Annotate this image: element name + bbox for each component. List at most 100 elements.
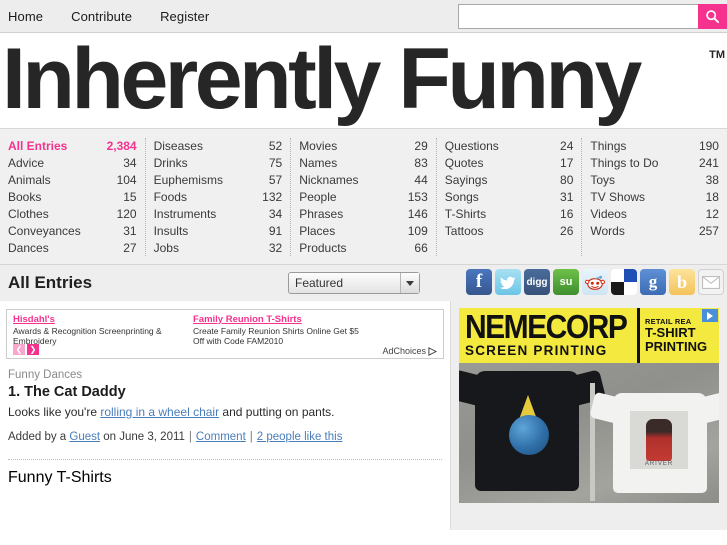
digg-icon[interactable]: digg	[524, 269, 550, 295]
category-link[interactable]: Dances	[8, 240, 49, 257]
category-link[interactable]: Questions	[445, 138, 499, 155]
category-row[interactable]: Names 83	[299, 155, 428, 172]
category-row[interactable]: Tattoos 26	[445, 223, 574, 240]
category-link[interactable]: Animals	[8, 172, 51, 189]
category-link[interactable]: Places	[299, 223, 335, 240]
category-row[interactable]: Dances 27	[8, 240, 137, 257]
reddit-icon[interactable]	[582, 269, 608, 295]
category-link[interactable]: Diseases	[154, 138, 203, 155]
ad-title-link[interactable]: Family Reunion T-Shirts	[193, 314, 367, 325]
category-link[interactable]: Books	[8, 189, 41, 206]
category-row[interactable]: Conveyances 31	[8, 223, 137, 240]
category-link[interactable]: T-Shirts	[445, 206, 486, 223]
category-row[interactable]: Sayings 80	[445, 172, 574, 189]
category-link[interactable]: Euphemisms	[154, 172, 223, 189]
category-link[interactable]: Insults	[154, 223, 189, 240]
category-link[interactable]: Products	[299, 240, 346, 257]
category-row[interactable]: Insults 91	[154, 223, 283, 240]
entry-author-link[interactable]: Guest	[69, 431, 100, 443]
category-link[interactable]: Foods	[154, 189, 187, 206]
category-row[interactable]: T-Shirts 16	[445, 206, 574, 223]
category-row[interactable]: Clothes 120	[8, 206, 137, 223]
category-row[interactable]: Questions 24	[445, 138, 574, 155]
category-row[interactable]: Places 109	[299, 223, 428, 240]
google-icon[interactable]: g	[640, 269, 666, 295]
ad-prev-arrow-icon[interactable]: ❮	[13, 344, 25, 355]
category-link[interactable]: Phrases	[299, 206, 343, 223]
stumbleupon-icon[interactable]: su	[553, 269, 579, 295]
category-link[interactable]: TV Shows	[590, 189, 645, 206]
blogger-icon[interactable]: b	[669, 269, 695, 295]
nav-item-register[interactable]: Register	[160, 9, 209, 24]
category-row[interactable]: Things to Do 241	[590, 155, 719, 172]
category-count: 75	[268, 156, 283, 170]
figure-graphic	[646, 419, 672, 461]
category-link[interactable]: Tattoos	[445, 223, 484, 240]
email-icon[interactable]	[698, 269, 724, 295]
category-row[interactable]: Euphemisms 57	[154, 172, 283, 189]
facebook-icon[interactable]: f	[466, 269, 492, 295]
category-row[interactable]: Jobs 32	[154, 240, 283, 257]
category-row[interactable]: Instruments 34	[154, 206, 283, 223]
category-row[interactable]: Diseases 52	[154, 138, 283, 155]
sort-select[interactable]: Featured	[288, 272, 420, 294]
nav-item-home[interactable]: Home	[8, 9, 43, 24]
entry-category[interactable]: Funny Dances	[8, 369, 442, 381]
category-link[interactable]: Clothes	[8, 206, 49, 223]
category-row[interactable]: Foods 132	[154, 189, 283, 206]
category-row[interactable]: Songs 31	[445, 189, 574, 206]
entry-comment-link[interactable]: Comment	[196, 431, 246, 443]
category-row[interactable]: Products 66	[299, 240, 428, 257]
category-link[interactable]: Sayings	[445, 172, 488, 189]
search-button[interactable]	[698, 4, 727, 29]
category-link[interactable]: Jobs	[154, 240, 179, 257]
adchoices-icon[interactable]	[702, 309, 718, 322]
category-link[interactable]: All Entries	[8, 138, 67, 155]
category-row[interactable]: Drinks 75	[154, 155, 283, 172]
category-row[interactable]: Phrases 146	[299, 206, 428, 223]
category-link[interactable]: Advice	[8, 155, 44, 172]
category-row[interactable]: Videos 12	[590, 206, 719, 223]
category-link[interactable]: Songs	[445, 189, 479, 206]
adchoices-link[interactable]: AdChoices	[382, 346, 437, 356]
category-link[interactable]: Drinks	[154, 155, 188, 172]
category-row[interactable]: Things 190	[590, 138, 719, 155]
category-link[interactable]: Words	[590, 223, 624, 240]
ad-next-arrow-icon[interactable]: ❯	[27, 344, 39, 355]
category-row[interactable]: People 153	[299, 189, 428, 206]
category-link[interactable]: Names	[299, 155, 337, 172]
chevron-down-icon[interactable]	[400, 273, 419, 293]
entry-likes-link[interactable]: 2 people like this	[257, 431, 343, 443]
category-row[interactable]: Nicknames 44	[299, 172, 428, 189]
category-row[interactable]: Movies 29	[299, 138, 428, 155]
category-row[interactable]: Quotes 17	[445, 155, 574, 172]
text-ad-unit[interactable]: Family Reunion T-Shirts Create Family Re…	[193, 314, 373, 346]
category-link[interactable]: Conveyances	[8, 223, 81, 240]
category-link[interactable]: Videos	[590, 206, 626, 223]
delicious-icon[interactable]	[611, 269, 637, 295]
search-input[interactable]	[458, 4, 698, 29]
entry-title[interactable]: 1. The Cat Daddy	[8, 384, 442, 400]
category-row[interactable]: Words 257	[590, 223, 719, 240]
category-link[interactable]: Things	[590, 138, 626, 155]
entry-body-link[interactable]: rolling in a wheel chair	[100, 405, 219, 419]
category-row[interactable]: Animals 104	[8, 172, 137, 189]
category-row[interactable]: Advice 34	[8, 155, 137, 172]
twitter-icon[interactable]	[495, 269, 521, 295]
ad-title-link[interactable]: Hisdahl's	[13, 314, 187, 325]
category-row[interactable]: Toys 38	[590, 172, 719, 189]
sidebar-banner-ad[interactable]: NEMECORP SCREEN PRINTING RETAIL REA T-SH…	[459, 308, 719, 503]
category-row[interactable]: Books 15	[8, 189, 137, 206]
category-link[interactable]: Movies	[299, 138, 337, 155]
category-link[interactable]: People	[299, 189, 336, 206]
category-link[interactable]: Instruments	[154, 206, 217, 223]
text-ad-unit[interactable]: Hisdahl's Awards & Recognition Screenpri…	[13, 314, 193, 346]
category-link[interactable]: Quotes	[445, 155, 484, 172]
category-link[interactable]: Things to Do	[590, 155, 658, 172]
category-link[interactable]: Toys	[590, 172, 615, 189]
category-link[interactable]: Nicknames	[299, 172, 358, 189]
category-row[interactable]: All Entries 2,384	[8, 138, 137, 155]
nav-item-contribute[interactable]: Contribute	[71, 9, 132, 24]
entry-category[interactable]: Funny T-Shirts	[8, 469, 442, 487]
category-row[interactable]: TV Shows 18	[590, 189, 719, 206]
